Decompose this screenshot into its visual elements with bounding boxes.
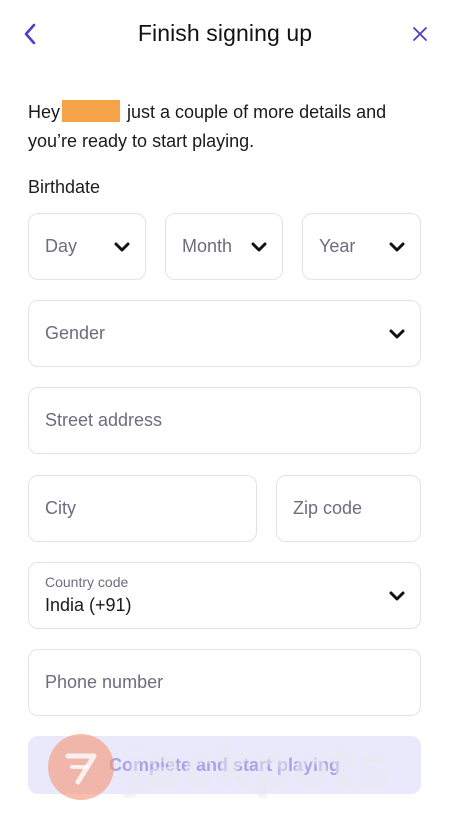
header: Finish signing up — [0, 0, 450, 70]
zip-code-placeholder: Zip code — [293, 498, 363, 518]
country-code-content: Country code India (+91) — [45, 574, 132, 617]
chevron-down-icon — [251, 242, 267, 251]
greeting-text: Hey just a couple of more details and yo… — [28, 98, 428, 156]
country-code-value: India (+91) — [45, 595, 132, 615]
close-icon — [413, 27, 427, 41]
day-select[interactable]: Day — [28, 213, 146, 280]
city-input[interactable]: City — [28, 475, 257, 542]
city-placeholder: City — [45, 498, 76, 518]
month-select[interactable]: Month — [165, 213, 283, 280]
phone-number-input[interactable]: Phone number — [28, 649, 421, 716]
phone-number-placeholder: Phone number — [45, 672, 164, 692]
street-address-placeholder: Street address — [45, 410, 163, 430]
chevron-down-icon — [389, 591, 405, 600]
chevron-down-icon — [389, 242, 405, 251]
gender-select[interactable]: Gender — [28, 300, 421, 367]
country-code-label: Country code — [45, 574, 129, 590]
birthdate-label: Birthdate — [28, 177, 101, 197]
zip-code-input[interactable]: Zip code — [276, 475, 421, 542]
chevron-down-icon — [389, 329, 405, 338]
greeting-prefix: Hey — [28, 102, 61, 122]
close-button[interactable] — [406, 20, 434, 48]
page-title: Finish signing up — [137, 20, 313, 46]
redacted-name — [62, 100, 121, 122]
gender-placeholder: Gender — [45, 323, 106, 343]
year-select[interactable]: Year — [302, 213, 421, 280]
street-address-input[interactable]: Street address — [28, 387, 421, 454]
chevron-down-icon — [114, 242, 130, 251]
country-code-select[interactable]: Country code India (+91) — [28, 562, 421, 629]
complete-signup-button[interactable]: Complete and start playing — [28, 736, 421, 794]
